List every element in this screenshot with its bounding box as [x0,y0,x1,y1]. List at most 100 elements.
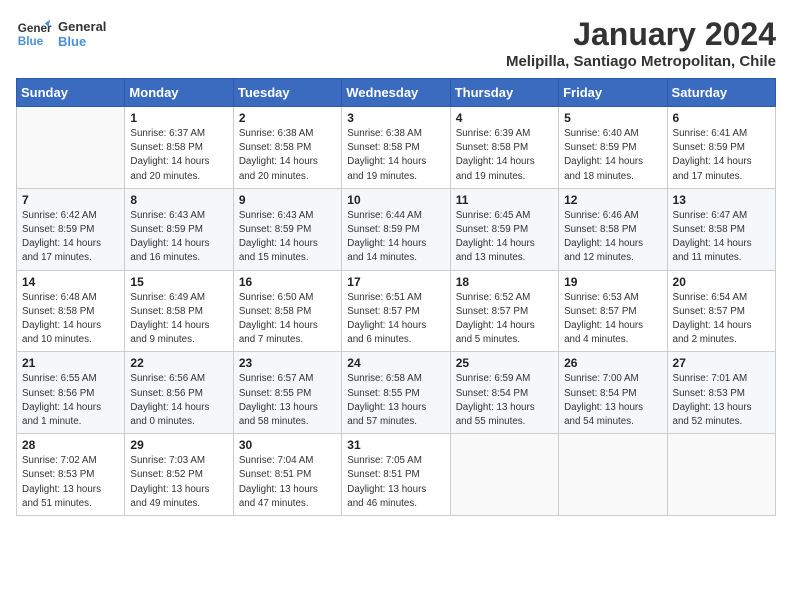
day-number: 23 [239,356,336,370]
weekday-header-friday: Friday [559,79,667,107]
day-info: Sunrise: 6:47 AM Sunset: 8:58 PM Dayligh… [673,209,770,266]
day-number: 19 [564,275,661,289]
day-number: 7 [22,193,119,207]
day-cell: 16 Sunrise: 6:50 AM Sunset: 8:58 PM Dayli… [233,270,341,352]
calendar-table: SundayMondayTuesdayWednesdayThursdayFrid… [16,78,776,516]
logo-general: General [58,19,106,34]
title-block: January 2024 Melipilla, Santiago Metropo… [506,16,776,70]
day-info: Sunrise: 7:04 AM Sunset: 8:51 PM Dayligh… [239,454,336,511]
day-number: 16 [239,275,336,289]
day-number: 20 [673,275,770,289]
day-info: Sunrise: 7:01 AM Sunset: 8:53 PM Dayligh… [673,372,770,429]
day-info: Sunrise: 6:39 AM Sunset: 8:58 PM Dayligh… [456,127,553,184]
weekday-header-thursday: Thursday [450,79,558,107]
day-number: 3 [347,111,444,125]
day-info: Sunrise: 6:53 AM Sunset: 8:57 PM Dayligh… [564,291,661,348]
page-header: General Blue General Blue January 2024 M… [16,16,776,70]
day-number: 28 [22,438,119,452]
day-cell: 15Sunrise: 6:49 AM Sunset: 8:58 PM Dayli… [125,270,233,352]
weekday-header-monday: Monday [125,79,233,107]
day-number: 18 [456,275,553,289]
day-cell: 4 Sunrise: 6:39 AM Sunset: 8:58 PM Daylig… [450,107,558,189]
day-number: 5 [564,111,661,125]
day-info: Sunrise: 7:00 AM Sunset: 8:54 PM Dayligh… [564,372,661,429]
day-number: 12 [564,193,661,207]
day-number: 13 [673,193,770,207]
day-number: 4 [456,111,553,125]
week-row-4: 21 Sunrise: 6:55 AM Sunset: 8:56 PM Dayli… [17,352,776,434]
day-info: Sunrise: 6:59 AM Sunset: 8:54 PM Dayligh… [456,372,553,429]
day-info: Sunrise: 6:54 AM Sunset: 8:57 PM Dayligh… [673,291,770,348]
day-number: 8 [130,193,227,207]
day-number: 21 [22,356,119,370]
weekday-header-wednesday: Wednesday [342,79,450,107]
day-number: 6 [673,111,770,125]
day-info: Sunrise: 6:38 AM Sunset: 8:58 PM Dayligh… [239,127,336,184]
day-cell: 11Sunrise: 6:45 AM Sunset: 8:59 PM Dayli… [450,188,558,270]
day-cell: 7 Sunrise: 6:42 AM Sunset: 8:59 PM Daylig… [17,188,125,270]
day-cell: 25 Sunrise: 6:59 AM Sunset: 8:54 PM Dayli… [450,352,558,434]
day-number: 31 [347,438,444,452]
day-cell: 30 Sunrise: 7:04 AM Sunset: 8:51 PM Dayli… [233,434,341,516]
day-cell: 8Sunrise: 6:43 AM Sunset: 8:59 PM Daylig… [125,188,233,270]
month-title: January 2024 [506,16,776,53]
logo-icon: General Blue [16,16,52,52]
day-number: 30 [239,438,336,452]
day-number: 25 [456,356,553,370]
day-number: 1 [130,111,227,125]
day-number: 26 [564,356,661,370]
weekday-header-row: SundayMondayTuesdayWednesdayThursdayFrid… [17,79,776,107]
day-info: Sunrise: 6:38 AM Sunset: 8:58 PM Dayligh… [347,127,444,184]
weekday-header-tuesday: Tuesday [233,79,341,107]
day-info: Sunrise: 6:52 AM Sunset: 8:57 PM Dayligh… [456,291,553,348]
week-row-1: 1Sunrise: 6:37 AM Sunset: 8:58 PM Daylig… [17,107,776,189]
week-row-3: 14Sunrise: 6:48 AM Sunset: 8:58 PM Dayli… [17,270,776,352]
day-info: Sunrise: 6:57 AM Sunset: 8:55 PM Dayligh… [239,372,336,429]
day-info: Sunrise: 6:42 AM Sunset: 8:59 PM Dayligh… [22,209,119,266]
day-number: 22 [130,356,227,370]
day-info: Sunrise: 7:05 AM Sunset: 8:51 PM Dayligh… [347,454,444,511]
day-number: 10 [347,193,444,207]
day-info: Sunrise: 6:48 AM Sunset: 8:58 PM Dayligh… [22,291,119,348]
weekday-header-saturday: Saturday [667,79,775,107]
day-number: 27 [673,356,770,370]
day-cell: 19 Sunrise: 6:53 AM Sunset: 8:57 PM Dayli… [559,270,667,352]
day-cell: 29Sunrise: 7:03 AM Sunset: 8:52 PM Dayli… [125,434,233,516]
day-info: Sunrise: 6:45 AM Sunset: 8:59 PM Dayligh… [456,209,553,266]
day-cell [17,107,125,189]
day-cell: 6 Sunrise: 6:41 AM Sunset: 8:59 PM Daylig… [667,107,775,189]
location: Melipilla, Santiago Metropolitan, Chile [506,53,776,70]
day-cell: 27 Sunrise: 7:01 AM Sunset: 8:53 PM Dayli… [667,352,775,434]
day-cell: 13 Sunrise: 6:47 AM Sunset: 8:58 PM Dayli… [667,188,775,270]
day-info: Sunrise: 6:50 AM Sunset: 8:58 PM Dayligh… [239,291,336,348]
day-cell: 2 Sunrise: 6:38 AM Sunset: 8:58 PM Daylig… [233,107,341,189]
week-row-2: 7 Sunrise: 6:42 AM Sunset: 8:59 PM Daylig… [17,188,776,270]
day-cell [667,434,775,516]
day-cell: 24 Sunrise: 6:58 AM Sunset: 8:55 PM Dayli… [342,352,450,434]
day-info: Sunrise: 6:49 AM Sunset: 8:58 PM Dayligh… [130,291,227,348]
day-info: Sunrise: 6:56 AM Sunset: 8:56 PM Dayligh… [130,372,227,429]
day-info: Sunrise: 6:41 AM Sunset: 8:59 PM Dayligh… [673,127,770,184]
week-row-5: 28 Sunrise: 7:02 AM Sunset: 8:53 PM Dayli… [17,434,776,516]
day-info: Sunrise: 6:43 AM Sunset: 8:59 PM Dayligh… [239,209,336,266]
day-number: 2 [239,111,336,125]
day-cell: 18 Sunrise: 6:52 AM Sunset: 8:57 PM Dayli… [450,270,558,352]
day-number: 24 [347,356,444,370]
day-cell: 1Sunrise: 6:37 AM Sunset: 8:58 PM Daylig… [125,107,233,189]
weekday-header-sunday: Sunday [17,79,125,107]
day-number: 17 [347,275,444,289]
day-cell [450,434,558,516]
day-number: 9 [239,193,336,207]
day-cell: 23 Sunrise: 6:57 AM Sunset: 8:55 PM Dayli… [233,352,341,434]
day-cell: 14Sunrise: 6:48 AM Sunset: 8:58 PM Dayli… [17,270,125,352]
day-cell: 17Sunrise: 6:51 AM Sunset: 8:57 PM Dayli… [342,270,450,352]
day-cell: 12Sunrise: 6:46 AM Sunset: 8:58 PM Dayli… [559,188,667,270]
day-cell: 9 Sunrise: 6:43 AM Sunset: 8:59 PM Daylig… [233,188,341,270]
day-info: Sunrise: 6:58 AM Sunset: 8:55 PM Dayligh… [347,372,444,429]
day-cell: 22 Sunrise: 6:56 AM Sunset: 8:56 PM Dayli… [125,352,233,434]
day-info: Sunrise: 7:02 AM Sunset: 8:53 PM Dayligh… [22,454,119,511]
day-cell [559,434,667,516]
day-cell: 28 Sunrise: 7:02 AM Sunset: 8:53 PM Dayli… [17,434,125,516]
svg-text:Blue: Blue [18,35,44,48]
day-info: Sunrise: 6:55 AM Sunset: 8:56 PM Dayligh… [22,372,119,429]
